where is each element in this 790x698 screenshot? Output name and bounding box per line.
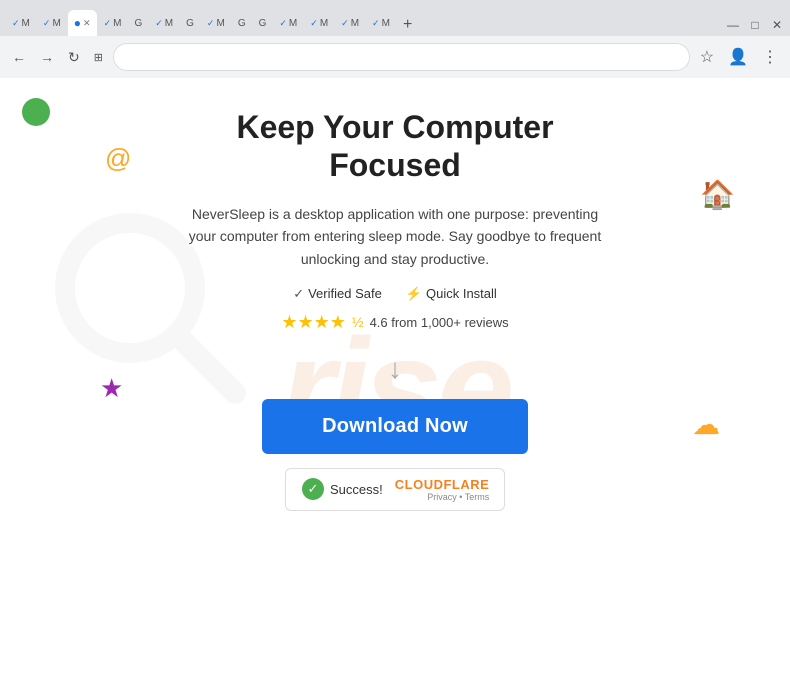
tab-check-10: ✓ bbox=[279, 18, 287, 29]
tab-3[interactable]: ✓ M bbox=[98, 10, 128, 36]
deco-at-symbol: @ bbox=[105, 143, 131, 174]
tab-check-13: ✓ bbox=[372, 18, 380, 29]
tab-bar: ✓ M ✓ M ● ✕ ✓ M G ✓ M G ✓ M G bbox=[0, 0, 790, 36]
tab-active-dot: ● bbox=[74, 16, 81, 30]
tab-10[interactable]: ✓ M bbox=[273, 10, 303, 36]
tab-favicon-7: M bbox=[216, 18, 224, 29]
tab-5[interactable]: ✓ M bbox=[149, 10, 179, 36]
half-star: ½ bbox=[352, 314, 364, 330]
menu-button[interactable]: ⋮ bbox=[758, 43, 782, 71]
tab-favicon-8: G bbox=[238, 18, 246, 29]
cf-success-row: ✓ Success! bbox=[302, 478, 383, 500]
tab-favicon-2: M bbox=[52, 18, 60, 29]
main-content: Keep Your Computer Focused NeverSleep is… bbox=[185, 108, 605, 511]
tab-check-2: ✓ bbox=[43, 18, 51, 29]
download-button[interactable]: Download Now bbox=[262, 399, 528, 454]
tab-check-1: ✓ bbox=[12, 18, 20, 29]
tab-favicon-6: G bbox=[186, 18, 194, 29]
close-button[interactable]: ✕ bbox=[770, 18, 784, 32]
minimize-button[interactable]: — bbox=[726, 18, 740, 32]
bookmark-button[interactable]: ☆ bbox=[696, 43, 718, 71]
reload-button[interactable]: ↻ bbox=[64, 45, 84, 70]
browser-chrome: ✓ M ✓ M ● ✕ ✓ M G ✓ M G ✓ M G bbox=[0, 0, 790, 78]
badges-row: ✓ Verified Safe ⚡ Quick Install bbox=[293, 286, 497, 302]
tab-close-active[interactable]: ✕ bbox=[83, 18, 91, 29]
profile-button[interactable]: 👤 bbox=[724, 43, 752, 71]
tab-search-button[interactable]: ⊞ bbox=[90, 47, 107, 68]
cf-check-circle: ✓ bbox=[302, 478, 324, 500]
tab-favicon-12: M bbox=[351, 18, 359, 29]
tab-8[interactable]: G bbox=[232, 10, 252, 36]
tab-2[interactable]: ✓ M bbox=[37, 10, 67, 36]
bolt-icon: ⚡ bbox=[406, 286, 422, 302]
badge-install: ⚡ Quick Install bbox=[406, 286, 497, 302]
badge-safe: ✓ Verified Safe bbox=[293, 286, 382, 302]
tab-1[interactable]: ✓ M bbox=[6, 10, 36, 36]
address-bar: ← → ↻ ⊞ ☆ 👤 ⋮ bbox=[0, 36, 790, 78]
headline-line2: Focused bbox=[329, 147, 461, 183]
tab-check-5: ✓ bbox=[155, 18, 163, 29]
tab-7[interactable]: ✓ M bbox=[201, 10, 231, 36]
deco-cloud-icon: ☁ bbox=[692, 408, 720, 441]
arrow-icon: ↓ bbox=[388, 353, 402, 385]
tab-check-12: ✓ bbox=[341, 18, 349, 29]
tab-4[interactable]: G bbox=[128, 10, 148, 36]
description-text: NeverSleep is a desktop application with… bbox=[185, 203, 605, 270]
tab-13[interactable]: ✓ M bbox=[366, 10, 396, 36]
check-icon: ✓ bbox=[293, 286, 304, 302]
tab-favicon-3: M bbox=[113, 18, 121, 29]
tab-11[interactable]: ✓ M bbox=[304, 10, 334, 36]
tab-active[interactable]: ● ✕ bbox=[68, 10, 97, 36]
tab-favicon-13: M bbox=[382, 18, 390, 29]
maximize-button[interactable]: □ bbox=[748, 18, 762, 32]
tab-12[interactable]: ✓ M bbox=[335, 10, 365, 36]
tab-check-11: ✓ bbox=[310, 18, 318, 29]
rating-row: ★★★★ ½ 4.6 from 1,000+ reviews bbox=[281, 312, 508, 333]
page-content: rise @ 🏠 ★ ☁ Keep Your Computer Focused … bbox=[0, 78, 790, 698]
tab-check-7: ✓ bbox=[207, 18, 215, 29]
deco-star-icon: ★ bbox=[100, 373, 123, 404]
headline-line1: Keep Your Computer bbox=[236, 109, 553, 145]
tab-favicon-4: G bbox=[134, 18, 142, 29]
stars-display: ★★★★ bbox=[281, 312, 346, 333]
cloudflare-logo: CLOUDFLARE Privacy • Terms bbox=[395, 477, 490, 502]
tab-favicon-1: M bbox=[22, 18, 30, 29]
badge-safe-label: Verified Safe bbox=[308, 286, 382, 301]
headline: Keep Your Computer Focused bbox=[236, 108, 553, 185]
tab-favicon-5: M bbox=[165, 18, 173, 29]
tab-favicon-10: M bbox=[289, 18, 297, 29]
back-button[interactable]: ← bbox=[8, 45, 30, 69]
cf-success-label: Success! bbox=[330, 482, 383, 497]
deco-home-icon: 🏠 bbox=[700, 178, 735, 211]
badge-install-label: Quick Install bbox=[426, 286, 497, 301]
cloudflare-box: ✓ Success! CLOUDFLARE Privacy • Terms bbox=[285, 468, 505, 511]
address-input[interactable] bbox=[113, 43, 690, 71]
tab-favicon-9: G bbox=[259, 18, 267, 29]
tab-6[interactable]: G bbox=[180, 10, 200, 36]
forward-button[interactable]: → bbox=[36, 45, 58, 69]
cf-links: Privacy • Terms bbox=[427, 492, 489, 502]
cf-logo-name: CLOUDFLARE bbox=[395, 477, 490, 492]
tab-check-3: ✓ bbox=[104, 18, 112, 29]
deco-green-circle bbox=[22, 98, 50, 126]
new-tab-button[interactable]: + bbox=[397, 14, 418, 36]
rating-text: 4.6 from 1,000+ reviews bbox=[370, 315, 509, 330]
tab-favicon-11: M bbox=[320, 18, 328, 29]
tab-9[interactable]: G bbox=[253, 10, 273, 36]
